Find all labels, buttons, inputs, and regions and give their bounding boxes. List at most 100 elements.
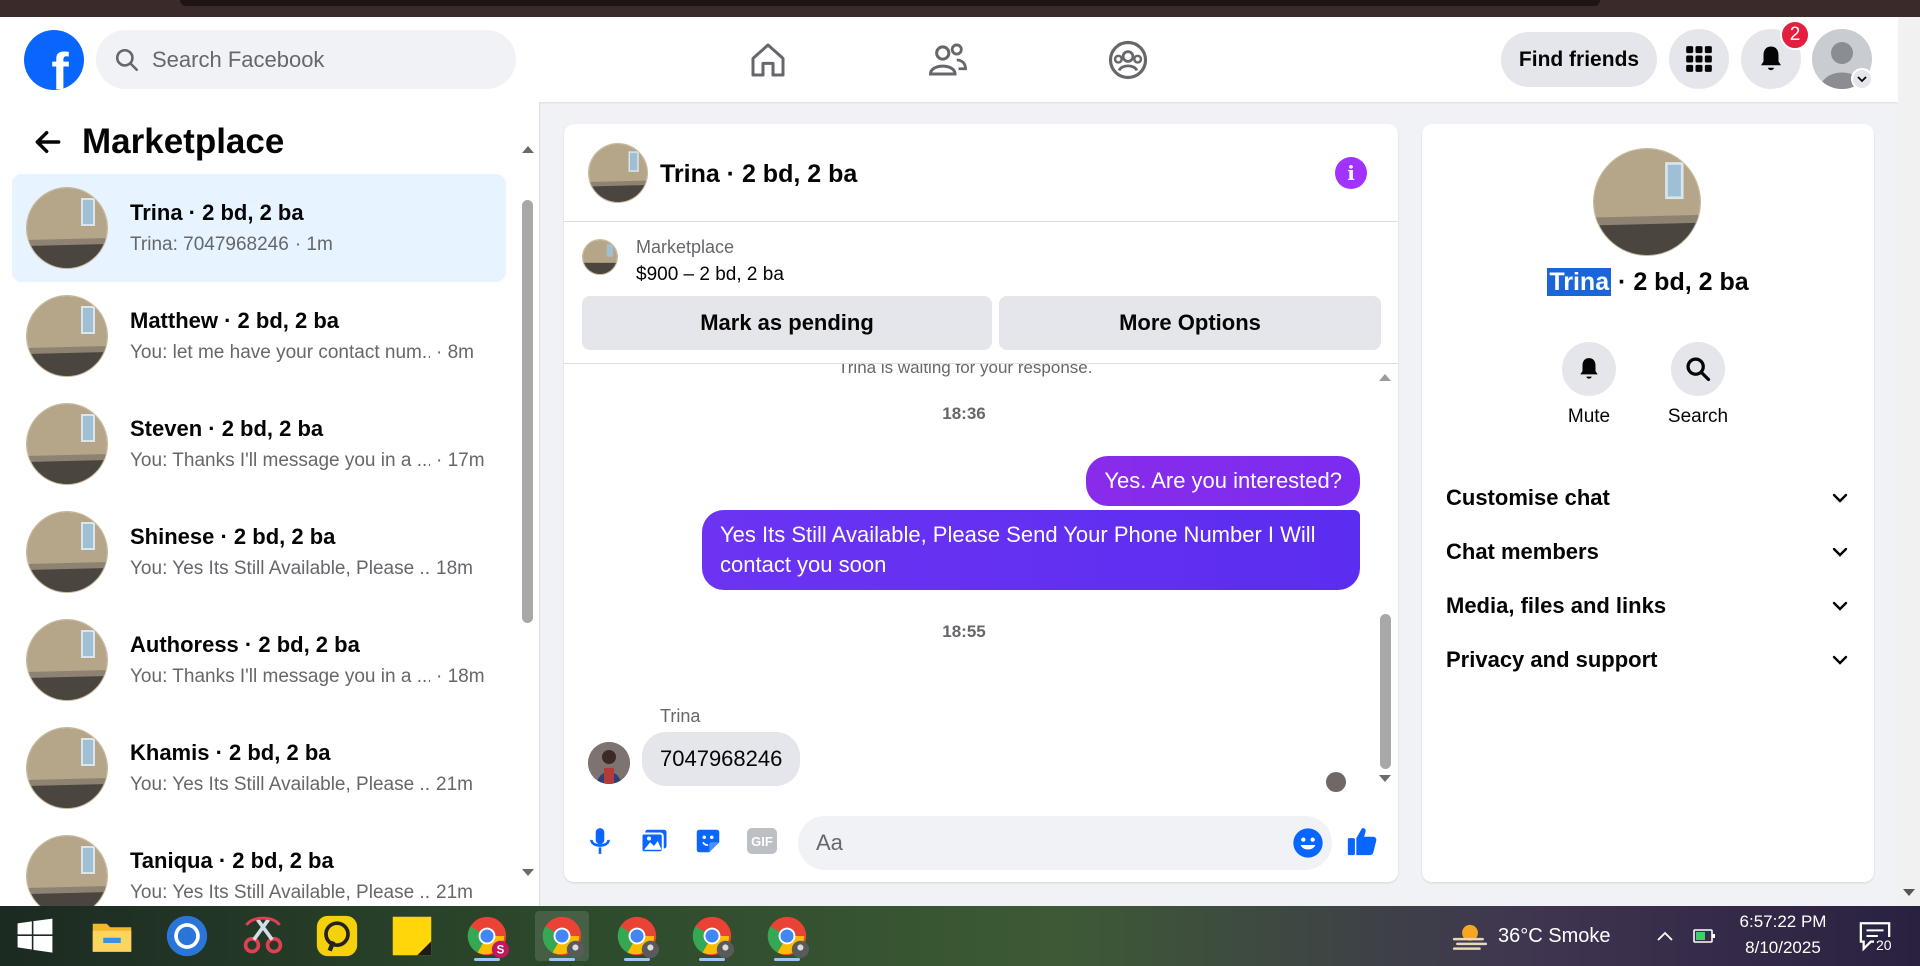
thumbs-up-icon[interactable]	[1344, 823, 1380, 859]
yellow-app-icon[interactable]	[310, 911, 364, 961]
browser-chrome-strip	[0, 0, 1920, 17]
notification-center-icon[interactable]: 20	[1852, 911, 1898, 961]
preview-text: You: Thanks I'll message you in a ...	[130, 666, 430, 687]
search-action[interactable]: Search	[1658, 342, 1738, 428]
sidebar-title: Marketplace	[82, 122, 285, 161]
timestamp: 18:36	[942, 404, 986, 423]
clock-time[interactable]: 6:57:22 PM	[1728, 912, 1838, 932]
bell-icon	[1761, 46, 1781, 71]
conversation-item[interactable]: Taniqua · 2 bd, 2 ba You: Yes Its Still A…	[12, 822, 506, 906]
preview-time: · 17m	[436, 450, 485, 471]
sender-avatar[interactable]	[588, 742, 630, 784]
chat-info-panel: Trina · 2 bd, 2 ba Mute Search Customise…	[1422, 124, 1874, 882]
privacy-support-section[interactable]: Privacy and support	[1446, 636, 1850, 684]
preview-time: 21m	[436, 774, 473, 795]
message-thread: Trina is waiting for your response. 18:3…	[564, 364, 1398, 792]
conversation-item[interactable]: Trina · 2 bd, 2 ba Trina: 7047968246 · 1m	[12, 174, 506, 282]
page-scroll-down-arrow[interactable]	[1902, 888, 1916, 898]
chat-scrollbar-thumb[interactable]	[1380, 614, 1391, 769]
weather-text[interactable]: 36°C Smoke	[1498, 925, 1611, 948]
info-icon[interactable]: i	[1335, 157, 1367, 189]
search-icon[interactable]	[1671, 342, 1725, 396]
mute-action[interactable]: Mute	[1549, 342, 1629, 428]
chat-members-section[interactable]: Chat members	[1446, 528, 1850, 576]
conversation-name: Authoress · 2 bd, 2 ba	[130, 632, 360, 657]
preview-text: You: Yes Its Still Available, Please ...	[130, 774, 430, 795]
mute-bell-icon[interactable]	[1562, 342, 1616, 396]
search-input[interactable]	[152, 46, 482, 73]
back-arrow-icon[interactable]	[28, 122, 68, 162]
message-input-box[interactable]	[798, 816, 1332, 870]
outgoing-message[interactable]: Yes. Are you interested?	[1086, 456, 1360, 506]
more-options-button[interactable]: More Options	[999, 296, 1381, 350]
snipping-tool-icon[interactable]	[236, 911, 290, 961]
battery-network-icon[interactable]	[1688, 911, 1722, 961]
sticker-icon[interactable]	[690, 823, 726, 859]
weather-icon[interactable]	[1448, 911, 1492, 961]
gif-icon[interactable]: GIF	[744, 823, 780, 859]
chat-scroll-up-arrow[interactable]	[1378, 372, 1392, 382]
groups-icon[interactable]	[1105, 37, 1151, 83]
photo-icon[interactable]	[636, 823, 672, 859]
listing-thumbnail	[26, 835, 108, 906]
chat-avatar[interactable]	[588, 143, 648, 203]
preview-text: Trina: 7047968246	[130, 234, 289, 255]
preview-time: · 1m	[294, 234, 333, 255]
conversation-item[interactable]: Matthew · 2 bd, 2 ba You: let me have you…	[12, 282, 506, 390]
menu-button[interactable]	[1669, 29, 1729, 89]
chat-title[interactable]: Trina · 2 bd, 2 ba	[660, 160, 857, 189]
page-scrollbar[interactable]	[1898, 17, 1920, 906]
chrome-profile-icon[interactable]	[760, 911, 814, 961]
selected-name-text: Trina	[1547, 268, 1612, 296]
conversation-item[interactable]: Authoress · 2 bd, 2 ba You: Thanks I'll m…	[12, 606, 506, 714]
emoji-icon[interactable]	[1292, 827, 1324, 859]
sticky-notes-icon[interactable]	[385, 911, 439, 961]
conversation-item[interactable]: Khamis · 2 bd, 2 ba You: Yes Its Still Av…	[12, 714, 506, 822]
conversation-item[interactable]: Shinese · 2 bd, 2 ba You: Yes Its Still A…	[12, 498, 506, 606]
browser-tab-bar	[180, 0, 1600, 6]
customise-chat-section[interactable]: Customise chat	[1446, 474, 1850, 522]
facebook-logo[interactable]: f	[24, 30, 84, 90]
info-avatar[interactable]	[1593, 148, 1701, 256]
outgoing-message[interactable]: Yes Its Still Available, Please Send You…	[702, 510, 1360, 590]
clock-date[interactable]: 8/10/2025	[1728, 938, 1838, 958]
conversation-list: Trina · 2 bd, 2 ba Trina: 7047968246 · 1m M…	[12, 174, 506, 906]
chrome-profile-icon[interactable]	[685, 911, 739, 961]
file-explorer-icon[interactable]	[85, 911, 139, 961]
chevron-up-icon[interactable]	[1650, 911, 1680, 961]
incoming-message[interactable]: 7047968246	[642, 732, 801, 786]
conversation-text: Steven · 2 bd, 2 ba You: Thanks I'll mess…	[130, 416, 500, 472]
chrome-profile-icon[interactable]	[535, 911, 589, 961]
search-bar[interactable]	[96, 30, 516, 89]
friends-icon[interactable]	[925, 37, 971, 83]
listing-thumbnail[interactable]	[582, 239, 618, 275]
message-input[interactable]	[816, 816, 1276, 870]
chevron-down-icon[interactable]	[1851, 68, 1873, 90]
chevron-down-icon	[1832, 493, 1848, 503]
windows-start-icon[interactable]	[8, 911, 62, 961]
conversation-preview: You: let me have your contact num... · 8m	[130, 342, 500, 364]
home-icon[interactable]	[745, 37, 791, 83]
chrome-browser-icon[interactable]	[160, 911, 214, 961]
notification-badge: 2	[1780, 20, 1810, 50]
chat-scroll-down-arrow[interactable]	[1378, 774, 1392, 784]
media-files-links-section[interactable]: Media, files and links	[1446, 582, 1850, 630]
chrome-profile-icon[interactable]	[610, 911, 664, 961]
chevron-down-icon	[1832, 655, 1848, 665]
mark-as-pending-button[interactable]: Mark as pending	[582, 296, 992, 350]
microphone-icon[interactable]	[582, 823, 618, 859]
chat-panel: Trina · 2 bd, 2 ba i Marketplace $900 – …	[564, 124, 1398, 882]
notification-count-badge: 20	[1874, 937, 1894, 953]
conversation-text: Taniqua · 2 bd, 2 ba You: Yes Its Still A…	[130, 848, 500, 904]
sidebar-scrollbar-thumb[interactable]	[522, 200, 533, 623]
conversation-name: Matthew · 2 bd, 2 ba	[130, 308, 340, 333]
preview-text: You: Thanks I'll message you in a ...	[130, 450, 430, 471]
conversation-item[interactable]: Steven · 2 bd, 2 ba You: Thanks I'll mess…	[12, 390, 506, 498]
conversation-preview: You: Yes Its Still Available, Please ...…	[130, 882, 500, 904]
preview-time: 18m	[436, 558, 473, 579]
conversation-preview: You: Yes Its Still Available, Please ...…	[130, 558, 500, 580]
listing-price[interactable]: $900 – 2 bd, 2 ba	[636, 264, 784, 286]
chrome-profile-s-icon[interactable]: S	[460, 911, 514, 961]
timestamp: 18:55	[942, 622, 986, 641]
find-friends-button[interactable]: Find friends	[1501, 32, 1657, 87]
